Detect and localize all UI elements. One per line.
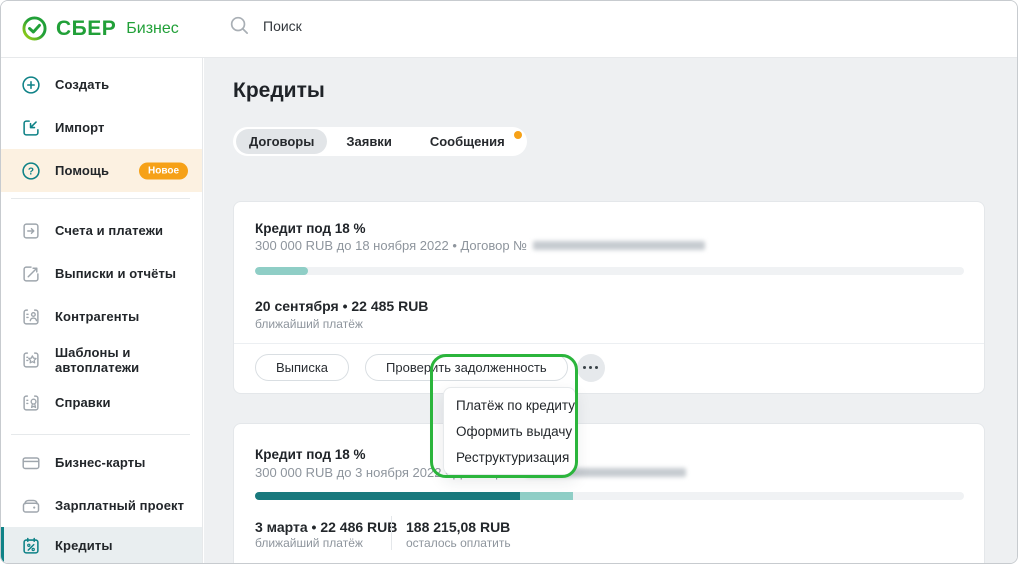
sidebar-item-import[interactable]: Импорт [1,106,202,149]
sidebar-divider [11,198,190,199]
sidebar-item-counterparties[interactable]: Контрагенты [1,295,202,338]
sber-business-logo[interactable]: СБЕР Бизнес [21,15,179,42]
tab-contracts[interactable]: Договоры [236,129,328,154]
sidebar-item-certificates[interactable]: Справки [1,381,202,424]
menu-item-credit-payment[interactable]: Платёж по кредиту [444,392,575,418]
logo-product-text: Бизнес [126,19,179,37]
sber-check-logo-icon [21,15,48,42]
sidebar-item-credits[interactable]: Кредиты [1,527,202,563]
progress-segment-upcoming [520,492,573,500]
tab-applications[interactable]: Заявки [327,129,410,154]
sidebar-item-help[interactable]: ? Помощь Новое [1,149,202,192]
statement-button[interactable]: Выписка [255,354,350,381]
credit-card-2: Кредит под 18 % 300 000 RUB до 3 ноября … [233,423,985,563]
more-actions-menu: Платёж по кредиту Оформить выдачу Рестру… [443,387,576,475]
card-actions: Выписка Проверить задолженность [255,342,605,393]
question-circle-icon: ? [20,160,42,182]
progress-fill [255,267,309,275]
next-payment-amount: 20 сентября • 22 485 RUB [255,298,429,314]
sidebar-item-salary-project[interactable]: Зарплатный проект [1,484,202,527]
sidebar-item-accounts-payments[interactable]: Счета и платежи [1,209,202,252]
sidebar-item-label: Помощь [55,163,110,178]
remaining-label: осталось оплатить [406,536,511,550]
sidebar-item-label: Контрагенты [55,309,140,324]
statement-icon [20,263,42,285]
sidebar-item-business-cards[interactable]: Бизнес-карты [1,441,202,484]
check-debt-button[interactable]: Проверить задолженность [365,354,568,381]
credit-card-1: Кредит под 18 % 300 000 RUB до 18 ноября… [233,201,985,394]
card-icon [20,452,42,474]
svg-text:?: ? [28,166,34,177]
certificate-icon [20,392,42,414]
contract-number-redacted [533,241,706,250]
counterparty-icon [20,306,42,328]
tab-messages-label: Сообщения [429,134,505,149]
more-actions-button[interactable] [576,353,605,382]
sidebar-item-label: Зарплатный проект [55,498,185,513]
tab-bar: Договоры Заявки Сообщения [233,127,527,156]
sidebar-item-label: Шаблоны и автоплатежи [55,344,140,375]
page-title: Кредиты [233,79,325,102]
repayment-progress-bar [255,492,964,500]
sidebar-item-create[interactable]: Создать [1,63,202,106]
credit-title: Кредит под 18 % [255,447,366,462]
next-payment-amount: 3 марта • 22 486 RUB [255,519,398,535]
menu-item-issue-disbursement[interactable]: Оформить выдачу [444,418,575,444]
sidebar-item-templates-autopayments[interactable]: Шаблоны и автоплатежи [1,338,202,381]
sidebar-item-statements-reports[interactable]: Выписки и отчёты [1,252,202,295]
new-badge: Новое [138,162,188,179]
sidebar-item-label: Кредиты [55,538,113,553]
sidebar-item-label: Справки [55,395,111,410]
search-icon [229,15,250,36]
sidebar-item-label: Счета и платежи [55,223,164,238]
search-input[interactable]: Поиск [229,15,302,36]
template-star-icon [20,349,42,371]
menu-item-restructuring[interactable]: Реструктуризация [444,444,575,470]
plus-circle-icon [20,74,42,96]
repayment-progress-bar [255,267,964,275]
logo-brand-text: СБЕР [56,16,117,40]
sidebar-divider [11,434,190,435]
credit-subtitle: 300 000 RUB до 18 ноября 2022 • Договор … [255,238,706,253]
sidebar-item-label: Импорт [55,120,105,135]
import-icon [20,117,42,139]
next-payment-label: ближайший платёж [255,536,363,550]
main-content: Кредиты Договоры Заявки Сообщения Кредит… [204,58,1017,563]
calendar-percent-icon [20,535,42,557]
top-header: СБЕР Бизнес Поиск [1,1,1017,58]
next-payment-label: ближайший платёж [255,317,363,331]
column-divider [391,516,392,550]
wallet-icon [20,495,42,517]
tab-messages[interactable]: Сообщения [411,129,524,154]
credit-subtitle-text: 300 000 RUB до 18 ноября 2022 • Договор … [255,238,528,253]
ellipsis-icon [582,365,587,370]
credit-title: Кредит под 18 % [255,221,366,236]
sidebar-nav: Создать Импорт ? Помощь Новое Счета и пл… [1,58,203,563]
sidebar-item-label: Создать [55,77,110,92]
sidebar-item-label: Выписки и отчёты [55,266,177,281]
notification-dot [513,131,522,139]
sidebar-item-label: Бизнес-карты [55,455,146,470]
remaining-amount: 188 215,08 RUB [406,519,511,535]
search-placeholder: Поиск [263,17,302,34]
progress-segment-paid [255,492,521,500]
sber-business-app-window: СБЕР Бизнес Поиск Создать Импорт ? Помощ… [0,0,1018,564]
account-arrow-icon [20,220,42,242]
